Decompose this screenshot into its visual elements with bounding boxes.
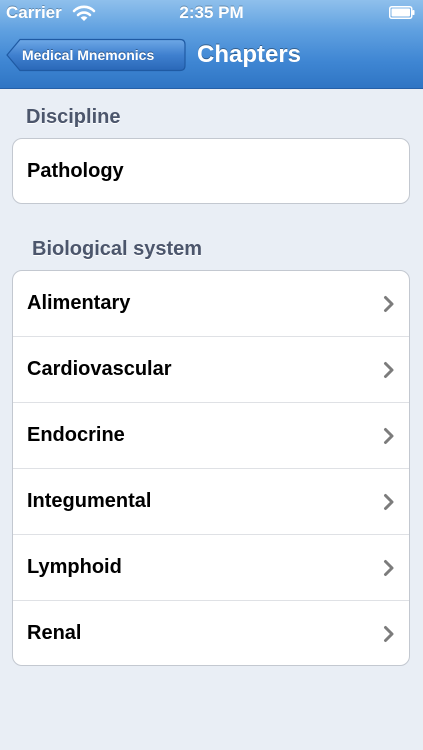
chevron-right-icon [384,296,394,312]
page-title: Chapters [197,41,302,68]
top-bar: Carrier 2:35 PM Medical Mnemonics Chapte… [0,0,423,89]
list-item-cardiovascular[interactable]: Cardiovascular [13,337,409,403]
list-item-renal[interactable]: Renal [13,601,409,665]
section-header-discipline: Discipline [26,106,121,128]
list-item-alimentary[interactable]: Alimentary [13,271,409,337]
cell-label: Alimentary [27,292,131,314]
navigation-bar: Medical Mnemonics Chapters [0,26,423,88]
cell-label: Renal [27,622,82,644]
cell-label: Cardiovascular [27,358,172,380]
chevron-right-icon [384,428,394,444]
list-item-lymphoid[interactable]: Lymphoid [13,535,409,601]
cell-label: Lymphoid [27,556,122,578]
discipline-group: Pathology [12,138,410,204]
chevron-right-icon [384,494,394,510]
list-item-integumental[interactable]: Integumental [13,469,409,535]
back-button-label: Medical Mnemonics [22,47,155,63]
chevron-right-icon [384,626,394,642]
chevron-right-icon [384,560,394,576]
discipline-item-pathology[interactable]: Pathology [13,139,409,203]
clock: 2:35 PM [179,3,244,22]
list-item-endocrine[interactable]: Endocrine [13,403,409,469]
battery-icon [389,6,415,19]
status-bar: Carrier 2:35 PM [0,0,423,26]
cell-label: Endocrine [27,424,125,446]
back-button[interactable]: Medical Mnemonics [6,38,186,72]
cell-label: Pathology [27,160,124,182]
section-header-biological-system: Biological system [32,238,203,260]
cell-label: Integumental [27,490,152,512]
biological-system-group: Alimentary Cardiovascular Endocrine Inte… [12,270,410,666]
chevron-right-icon [384,362,394,378]
